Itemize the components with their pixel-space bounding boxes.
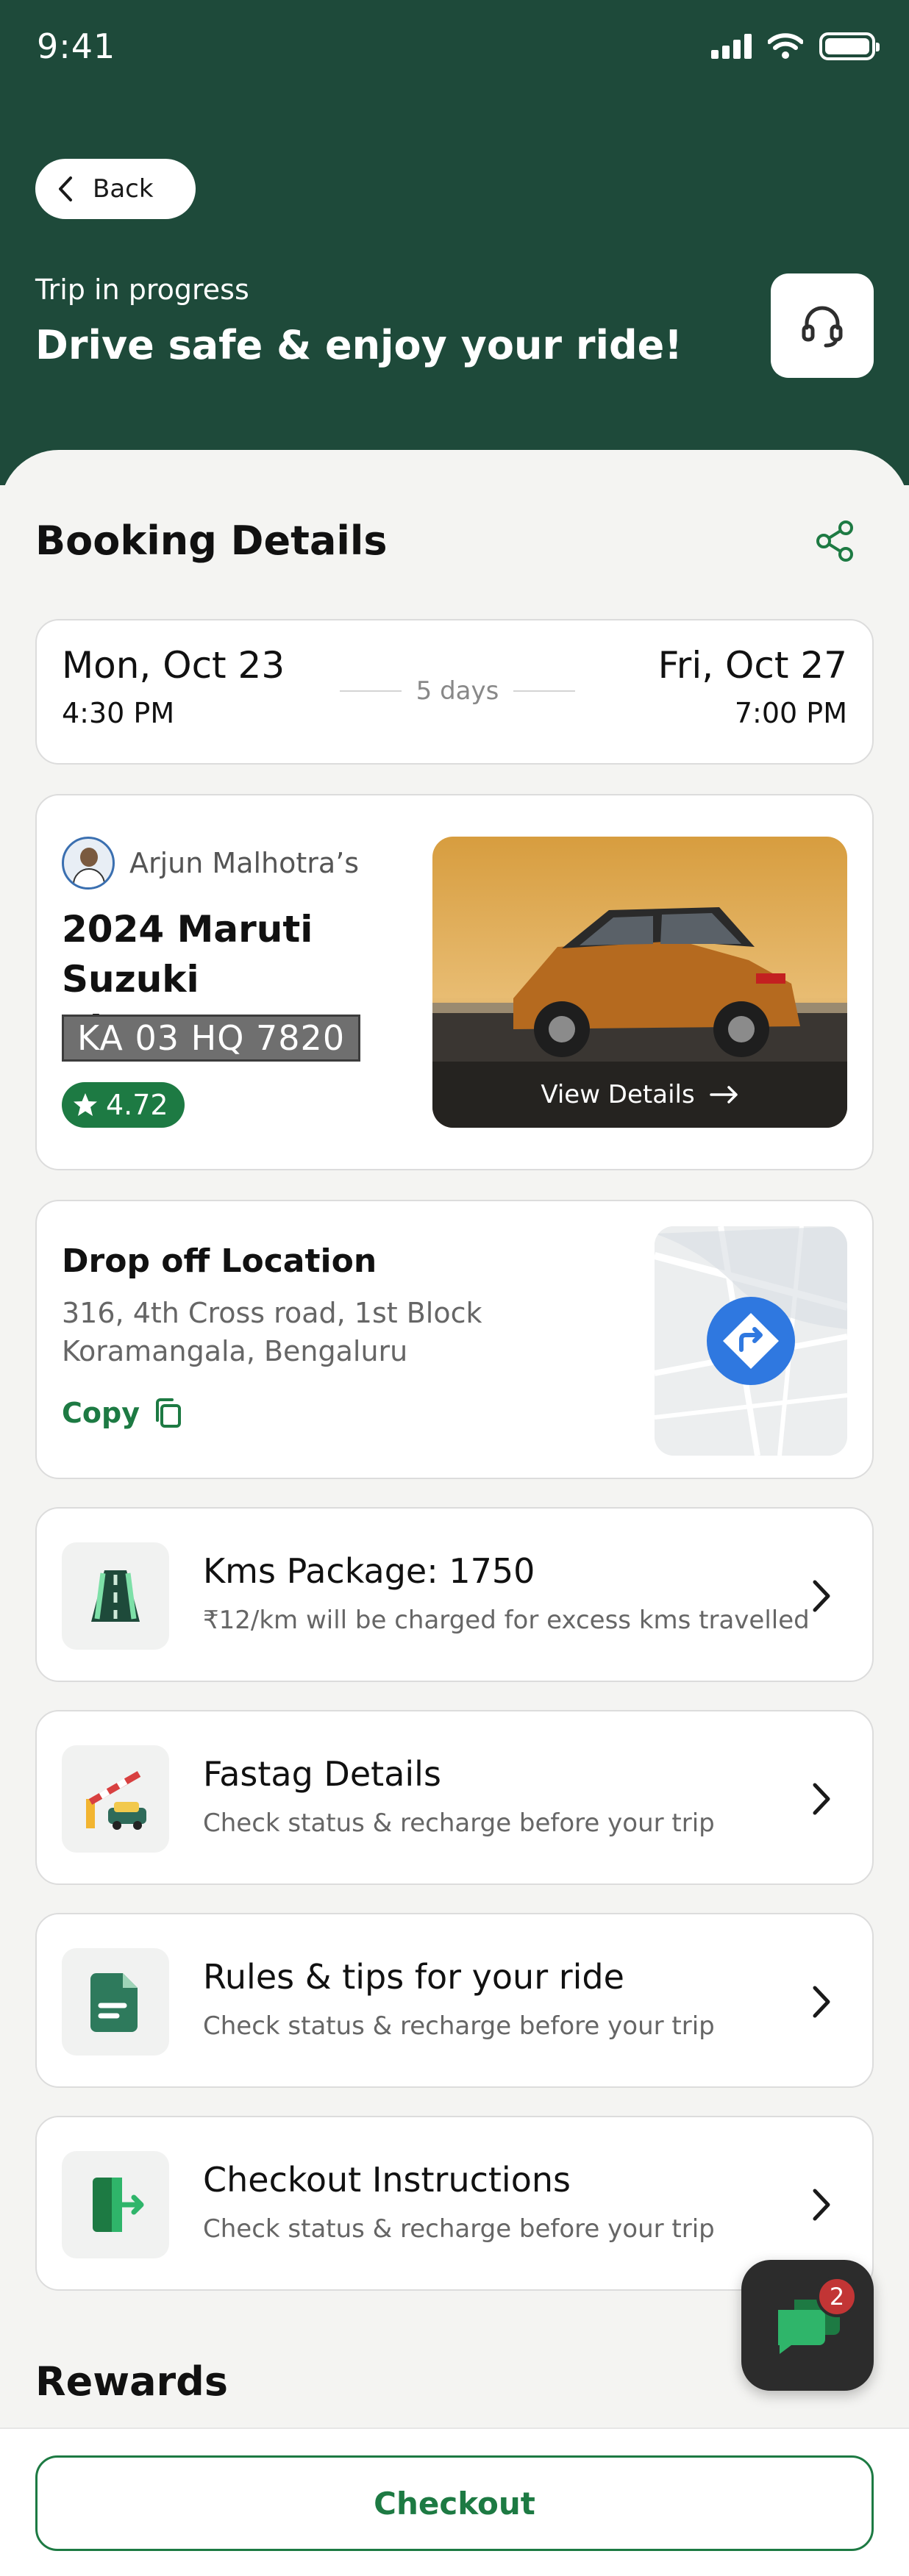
document-icon	[62, 1948, 169, 2056]
kms-package-item[interactable]: Kms Package: 1750 ₹12/km will be charged…	[35, 1507, 874, 1682]
fastag-title: Fastag Details	[203, 1754, 441, 1794]
car-owner: Arjun Malhotra’s	[62, 837, 359, 890]
map-thumbnail[interactable]	[655, 1226, 847, 1456]
header: 9:41 Back Trip in progress Drive safe & …	[0, 0, 909, 485]
copy-icon	[155, 1398, 181, 1428]
trip-dates-card: Mon, Oct 23 4:30 PM 5 days Fri, Oct 27 7…	[35, 619, 874, 765]
bottom-bar: Checkout	[0, 2427, 909, 2576]
checkout-button[interactable]: Checkout	[35, 2455, 874, 2551]
fastag-subtitle: Check status & recharge before your trip	[203, 1808, 715, 1838]
kms-package-subtitle: ₹12/km will be charged for excess kms tr…	[203, 1606, 810, 1635]
rating-badge: 4.72	[62, 1082, 185, 1128]
avatar	[62, 837, 115, 890]
chevron-left-icon	[59, 176, 72, 201]
status-time: 9:41	[37, 26, 116, 66]
checkout-instructions-item[interactable]: Checkout Instructions Check status & rec…	[35, 2116, 874, 2291]
arrow-right-icon	[709, 1086, 738, 1103]
view-details-link[interactable]: View Details	[432, 1062, 847, 1128]
trip-duration: 5 days	[340, 676, 576, 706]
start-datetime: Mon, Oct 23 4:30 PM	[62, 644, 285, 729]
drop-off-title: Drop off Location	[62, 1242, 377, 1280]
trip-status-title: Drive safe & enjoy your ride!	[35, 322, 682, 368]
chevron-right-icon	[813, 2189, 830, 2221]
owner-name: Arjun Malhotra’s	[129, 847, 360, 879]
end-date: Fri, Oct 27	[657, 644, 847, 687]
trip-status-subtitle: Trip in progress	[35, 273, 249, 306]
wifi-icon	[768, 33, 803, 59]
drop-off-address: 316, 4th Cross road, 1st Block Koramanga…	[62, 1294, 547, 1370]
kms-package-title: Kms Package: 1750	[203, 1551, 535, 1591]
booking-details-title: Booking Details	[35, 518, 388, 564]
car-name-line1: 2024 Maruti Suzuki	[62, 908, 313, 1001]
back-button[interactable]: Back	[35, 159, 196, 219]
rules-tips-item[interactable]: Rules & tips for your ride Check status …	[35, 1913, 874, 2088]
car-photo[interactable]: View Details	[432, 837, 847, 1128]
start-time: 4:30 PM	[62, 697, 175, 729]
checkout-instructions-title: Checkout Instructions	[203, 2160, 571, 2200]
status-icons	[711, 32, 880, 60]
star-icon	[74, 1093, 97, 1116]
status-bar: 9:41	[0, 0, 909, 96]
headset-icon	[802, 306, 843, 348]
rules-tips-title: Rules & tips for your ride	[203, 1957, 624, 1997]
chevron-right-icon	[813, 1580, 830, 1612]
exit-door-icon	[62, 2151, 169, 2258]
back-label: Back	[93, 174, 154, 204]
address-line2: Koramangala, Bengaluru	[62, 1335, 408, 1367]
rewards-title: Rewards	[35, 2358, 228, 2405]
start-date: Mon, Oct 23	[62, 644, 285, 687]
battery-icon	[819, 32, 880, 60]
rules-tips-subtitle: Check status & recharge before your trip	[203, 2011, 715, 2041]
license-plate: KA 03 HQ 7820	[62, 1015, 361, 1062]
fastag-details-item[interactable]: Fastag Details Check status & recharge b…	[35, 1710, 874, 1885]
drop-off-card: Drop off Location 316, 4th Cross road, 1…	[35, 1200, 874, 1479]
share-icon[interactable]	[813, 519, 858, 563]
view-details-label: View Details	[541, 1080, 695, 1109]
rating-value: 4.72	[106, 1089, 168, 1121]
chevron-right-icon	[813, 1986, 830, 2018]
chat-unread-badge: 2	[816, 2276, 858, 2317]
support-button[interactable]	[771, 273, 874, 378]
chevron-right-icon	[813, 1783, 830, 1815]
car-card: Arjun Malhotra’s 2024 Maruti Suzuki Vita…	[35, 794, 874, 1170]
chat-button[interactable]: 2	[741, 2260, 874, 2391]
copy-address-button[interactable]: Copy	[62, 1397, 184, 1429]
end-datetime: Fri, Oct 27 7:00 PM	[658, 644, 847, 729]
copy-label: Copy	[62, 1397, 140, 1429]
end-time: 7:00 PM	[734, 697, 847, 729]
address-line1: 316, 4th Cross road, 1st Block	[62, 1297, 482, 1329]
signal-icon	[711, 34, 752, 59]
toll-gate-icon	[62, 1745, 169, 1853]
duration-label: 5 days	[416, 676, 499, 706]
road-icon	[62, 1542, 169, 1650]
checkout-instructions-subtitle: Check status & recharge before your trip	[203, 2214, 715, 2244]
map-image	[655, 1226, 847, 1456]
